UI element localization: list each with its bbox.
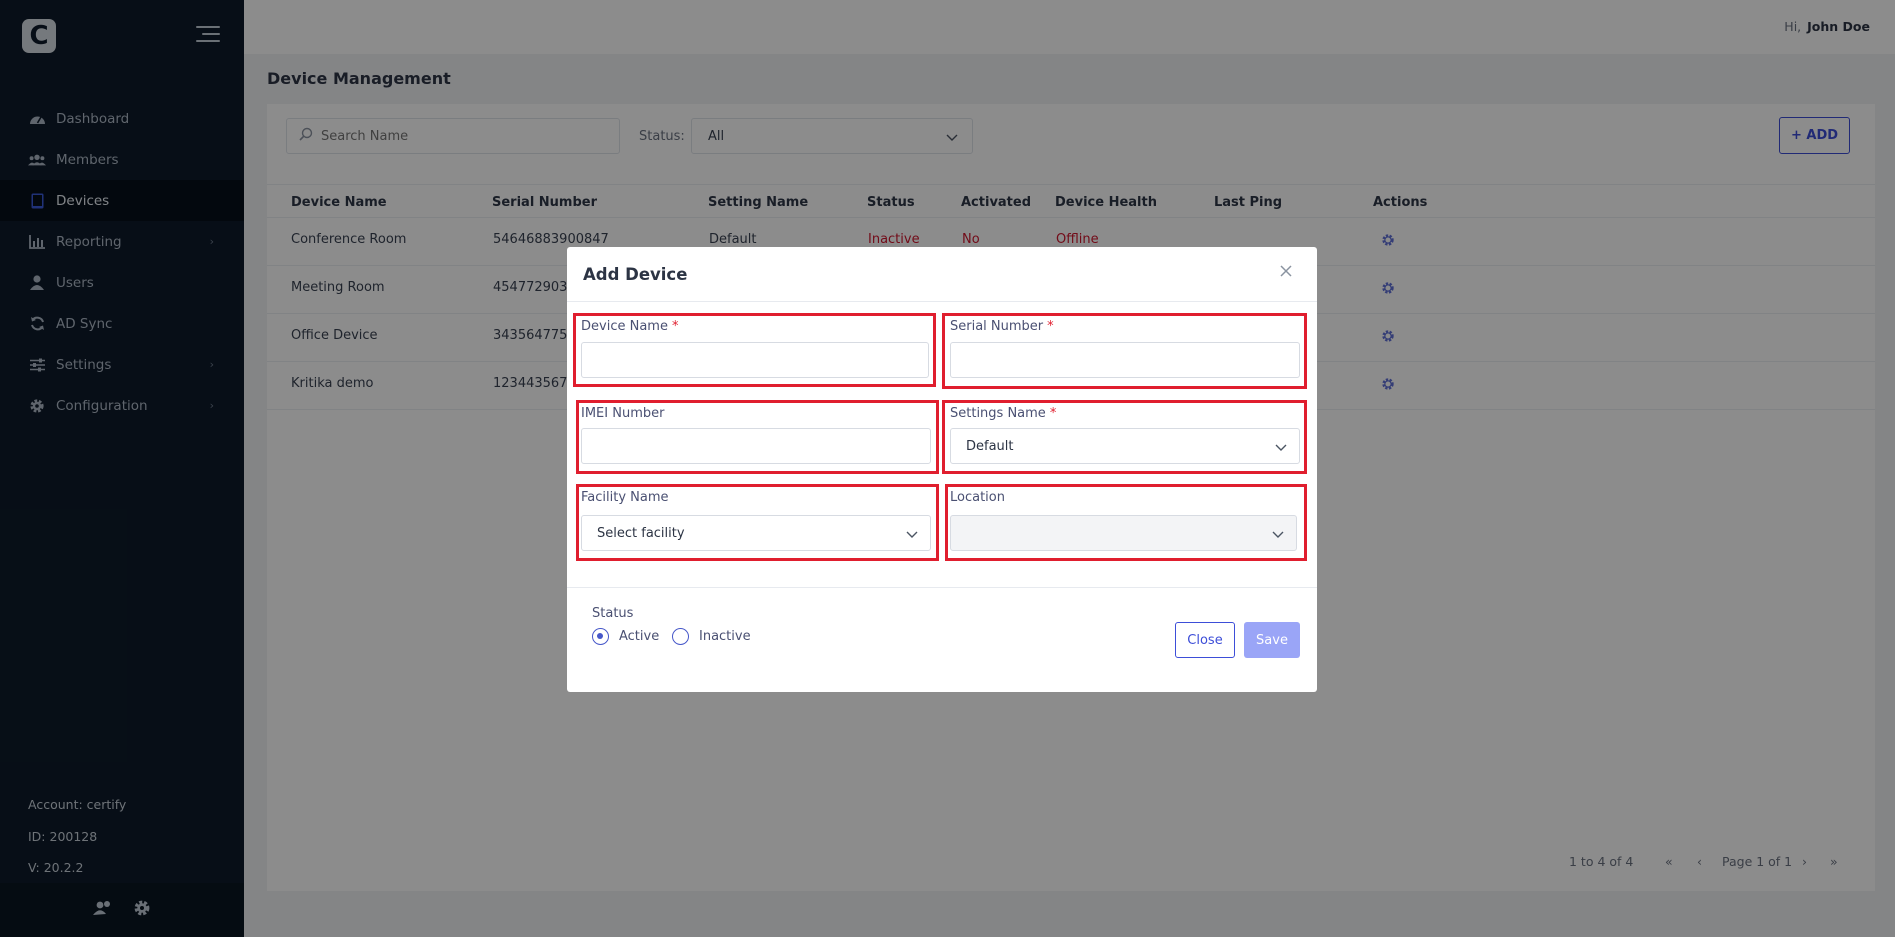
facility-name-label: Facility Name bbox=[581, 490, 669, 505]
radio-label: Inactive bbox=[699, 629, 751, 644]
serial-number-group: Serial Number * bbox=[942, 313, 1307, 389]
close-button[interactable]: Close bbox=[1175, 622, 1235, 658]
device-name-field[interactable] bbox=[581, 342, 929, 378]
close-icon[interactable] bbox=[1279, 264, 1297, 282]
location-label: Location bbox=[950, 490, 1005, 505]
device-name-input[interactable] bbox=[582, 343, 928, 377]
status-inactive-radio[interactable]: Inactive bbox=[672, 628, 751, 645]
imei-input[interactable] bbox=[582, 429, 930, 463]
device-name-group: Device Name * bbox=[573, 313, 936, 387]
settings-name-label: Settings Name * bbox=[950, 406, 1057, 421]
settings-name-value: Default bbox=[966, 438, 1014, 454]
location-group: Location bbox=[945, 484, 1307, 561]
facility-name-select[interactable]: Select facility bbox=[581, 515, 931, 551]
radio-unchecked-icon bbox=[672, 628, 689, 645]
serial-number-label: Serial Number * bbox=[950, 319, 1054, 334]
facility-name-group: Facility Name Select facility bbox=[576, 484, 939, 561]
radio-checked-icon bbox=[592, 628, 609, 645]
serial-number-input[interactable] bbox=[951, 343, 1299, 377]
status-label: Status bbox=[592, 606, 634, 621]
serial-number-field[interactable] bbox=[950, 342, 1300, 378]
device-name-label: Device Name * bbox=[581, 319, 679, 334]
settings-name-select[interactable]: Default bbox=[950, 428, 1300, 464]
status-active-radio[interactable]: Active bbox=[592, 628, 659, 645]
chevron-down-icon bbox=[906, 528, 918, 543]
radio-label: Active bbox=[619, 629, 660, 644]
settings-name-group: Settings Name * Default bbox=[942, 400, 1307, 474]
chevron-down-icon bbox=[1272, 528, 1284, 543]
save-button[interactable]: Save bbox=[1244, 622, 1300, 658]
facility-name-value: Select facility bbox=[597, 525, 685, 541]
location-select[interactable] bbox=[950, 515, 1297, 551]
modal-divider bbox=[567, 587, 1317, 588]
imei-label: IMEI Number bbox=[581, 406, 665, 421]
chevron-down-icon bbox=[1275, 441, 1287, 456]
imei-field[interactable] bbox=[581, 428, 931, 464]
add-device-modal: Add Device Device Name * Serial Number * I… bbox=[567, 247, 1317, 692]
modal-divider bbox=[567, 301, 1317, 302]
modal-title: Add Device bbox=[583, 265, 688, 284]
imei-group: IMEI Number bbox=[576, 400, 939, 474]
